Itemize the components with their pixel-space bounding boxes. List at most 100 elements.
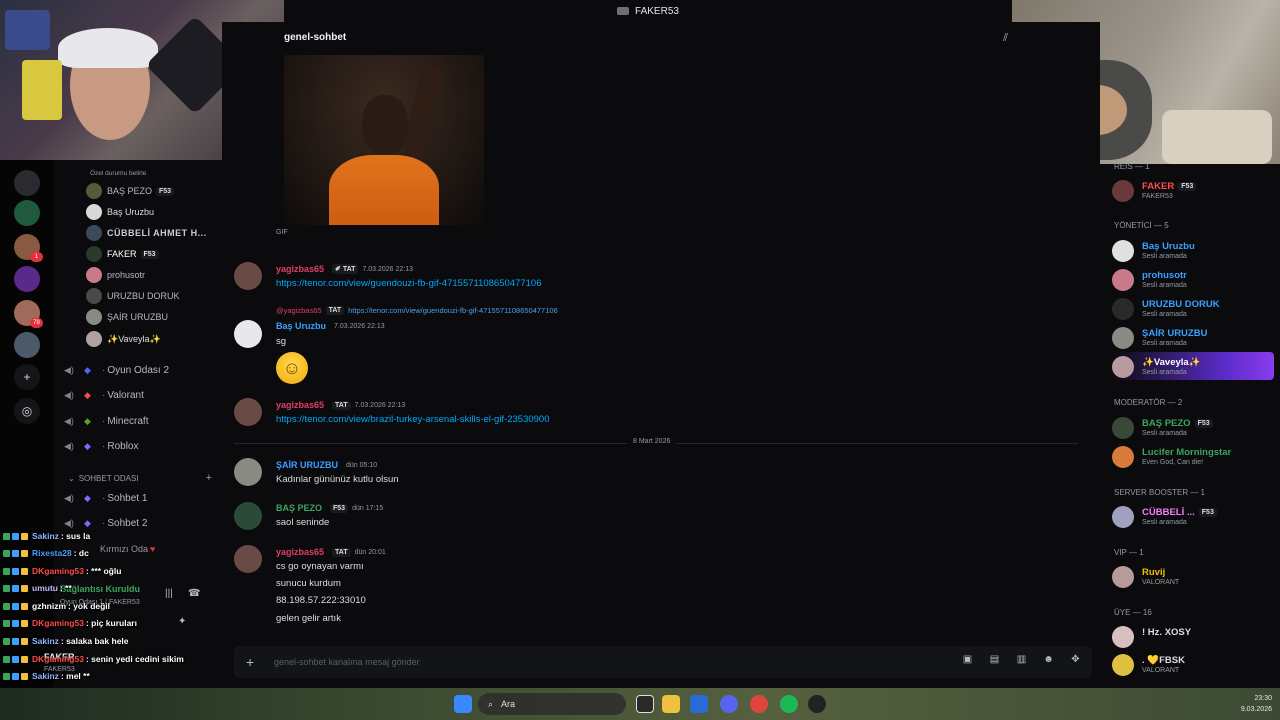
chat-username: umutu xyxy=(32,583,58,593)
voice-user[interactable]: ŞAİR URUZBU xyxy=(86,308,168,326)
member-item[interactable]: prohusotr Sesli aramada xyxy=(1112,265,1274,293)
taskbar-search[interactable]: ⌕ Ara xyxy=(478,693,626,715)
chat-badge-icon xyxy=(3,619,10,627)
tag-label: F53 xyxy=(333,504,346,512)
avatar xyxy=(86,309,102,325)
member-item[interactable]: CÜBBELİ ... F53 Sesli aramada xyxy=(1112,502,1274,530)
store-icon[interactable] xyxy=(690,695,708,713)
discord-icon[interactable] xyxy=(720,695,738,713)
file-explorer-icon[interactable] xyxy=(662,695,680,713)
avatar xyxy=(86,246,102,262)
status-hint[interactable]: Özel durumu belirle xyxy=(90,164,146,182)
member-item[interactable]: Lucifer Morningstar Even God, Can die! xyxy=(1112,442,1274,470)
member-name: CÜBBELİ ... F53 xyxy=(1142,507,1217,518)
voice-user[interactable]: URUZBU DORUK xyxy=(86,287,180,305)
channel-emoji-icon: ◆ xyxy=(84,364,91,375)
member-status: Sesli aramada xyxy=(1142,519,1187,526)
message-username[interactable]: yagizbas65 xyxy=(276,400,324,410)
chat-badge-icon xyxy=(21,655,28,663)
role-tag: F53 xyxy=(156,186,175,196)
avatar[interactable] xyxy=(234,458,262,486)
voice-user[interactable]: BAŞ PEZO F53 xyxy=(86,182,175,200)
window-title: FAKER53 xyxy=(635,5,679,17)
message-username[interactable]: yagizbas65 xyxy=(276,547,324,557)
member-list: REİS — 1 FAKER F53 FAKER53 YÖNETİCİ — 5 Baş U… xyxy=(1100,162,1280,688)
member-item[interactable]: Baş Uruzbu Sesli aramada xyxy=(1112,236,1274,264)
disconnect-icon[interactable]: ☎ xyxy=(188,588,200,599)
avatar[interactable] xyxy=(234,398,262,426)
message-username[interactable]: ŞAİR URUZBU xyxy=(276,460,338,470)
avatar xyxy=(1112,327,1134,349)
activity-icon[interactable]: ✦ xyxy=(178,616,186,627)
add-server-icon[interactable]: + xyxy=(14,364,40,390)
laughing-emoji-icon[interactable]: ☺ xyxy=(276,352,308,384)
explore-servers-icon[interactable]: ◎ xyxy=(14,398,40,424)
gif-icon[interactable]: ▤ xyxy=(986,654,1003,665)
message-username[interactable]: yagizbas65 xyxy=(276,264,324,274)
stream-chat-line: Sakinz: salaka bak hele xyxy=(3,636,129,646)
task-view-icon[interactable] xyxy=(636,695,654,713)
category-label: SOHBET ODASI xyxy=(78,473,139,483)
avatar[interactable] xyxy=(234,262,262,290)
message-link[interactable]: https://tenor.com/view/guendouzi-fb-gif-… xyxy=(276,278,542,289)
member-item[interactable]: ŞAİR URUZBU Sesli aramada xyxy=(1112,323,1274,351)
taskbar-clock[interactable]: 23:30 9.03.2026 xyxy=(1241,693,1272,715)
apps-icon[interactable]: ✥ xyxy=(1067,654,1084,665)
server-icon[interactable]: 78 xyxy=(14,300,43,328)
voice-channel[interactable]: ◀) ◆ · Oyun Odası 2 xyxy=(64,360,214,380)
obs-icon[interactable] xyxy=(808,695,826,713)
emoji-icon[interactable]: ☻ xyxy=(1040,654,1057,665)
message-username[interactable]: BAŞ PEZO xyxy=(276,503,322,513)
server-icon[interactable] xyxy=(14,266,40,292)
server-icon[interactable] xyxy=(14,200,40,226)
avatar[interactable] xyxy=(234,502,262,530)
start-icon[interactable] xyxy=(454,695,472,713)
avatar[interactable] xyxy=(234,320,262,348)
message-link[interactable]: https://tenor.com/view/brazil-turkey-ars… xyxy=(276,414,550,425)
voice-channel[interactable]: ◀) ◆ · Sohbet 1 xyxy=(64,488,214,508)
threads-icon[interactable]: ⫽ xyxy=(1003,32,1008,45)
reply-preview[interactable]: @yagizbas65 TAT https://tenor.com/view/g… xyxy=(276,306,558,315)
voice-channel[interactable]: ◀) ◆ · Valorant xyxy=(64,385,214,405)
member-item[interactable]: Ruvij VALORANT xyxy=(1112,562,1274,590)
chrome-icon[interactable] xyxy=(750,695,768,713)
member-item[interactable]: BAŞ PEZO F53 Sesli aramada xyxy=(1112,413,1274,441)
voice-user-name: ŞAİR URUZBU xyxy=(107,312,169,322)
add-channel-icon[interactable]: + xyxy=(206,472,212,484)
category-sohbet[interactable]: ⌄ SOHBET ODASI + xyxy=(68,470,212,486)
date-divider-label: 8 Mart 2026 xyxy=(627,438,677,445)
voice-user[interactable]: Baş Uruzbu xyxy=(86,203,154,221)
server-icon-home[interactable] xyxy=(14,170,40,196)
gif-embed[interactable] xyxy=(284,55,484,225)
channel-kirmizi-oda[interactable]: Kırmızı Oda ♥ xyxy=(100,540,155,558)
member-item[interactable]: ! Hz. XOSY xyxy=(1112,622,1274,650)
voice-channel[interactable]: ◀) ◆ · Minecraft xyxy=(64,411,214,431)
noise-suppression-icon[interactable]: ||| xyxy=(165,588,173,599)
spotify-icon[interactable] xyxy=(780,695,798,713)
voice-user-name: prohusotr xyxy=(107,270,146,280)
role-tag: TAT xyxy=(332,547,351,557)
voice-user[interactable]: prohusotr xyxy=(86,266,145,284)
member-item[interactable]: URUZBU DORUK Sesli aramada xyxy=(1112,294,1274,322)
role-tag: F53 xyxy=(1178,182,1197,191)
server-icon[interactable]: 1 xyxy=(14,234,43,262)
message-username[interactable]: Baş Uruzbu xyxy=(276,321,326,331)
member-name-label: URUZBU DORUK xyxy=(1142,299,1220,310)
message-input[interactable] xyxy=(274,653,874,671)
server-icon[interactable] xyxy=(14,332,40,358)
message-timestamp: 7.03.2026 22:13 xyxy=(334,322,385,330)
member-item[interactable]: FAKER F53 FAKER53 xyxy=(1112,176,1274,204)
avatar[interactable] xyxy=(234,545,262,573)
voice-user[interactable]: ✨Vaveyla✨ xyxy=(86,330,161,348)
gift-icon[interactable]: ▣ xyxy=(959,654,976,665)
voice-channel[interactable]: ◀) ◆ · Roblox xyxy=(64,436,214,456)
member-name-label: BAŞ PEZO xyxy=(1142,418,1191,429)
voice-user[interactable]: CÜBBELİ AHMET H... xyxy=(86,224,207,242)
voice-user[interactable]: FAKER F53 xyxy=(86,245,159,263)
sticker-icon[interactable]: ▥ xyxy=(1013,654,1030,665)
member-item[interactable]: . 💛FBSK VALORANT xyxy=(1112,650,1274,678)
member-status: FAKER53 xyxy=(1142,193,1173,200)
voice-channel[interactable]: ◀) ◆ · Sohbet 2 xyxy=(64,513,214,533)
member-item[interactable]: ✨Vaveyla✨ Sesli aramada xyxy=(1112,352,1274,380)
attach-icon[interactable]: + xyxy=(246,654,254,670)
